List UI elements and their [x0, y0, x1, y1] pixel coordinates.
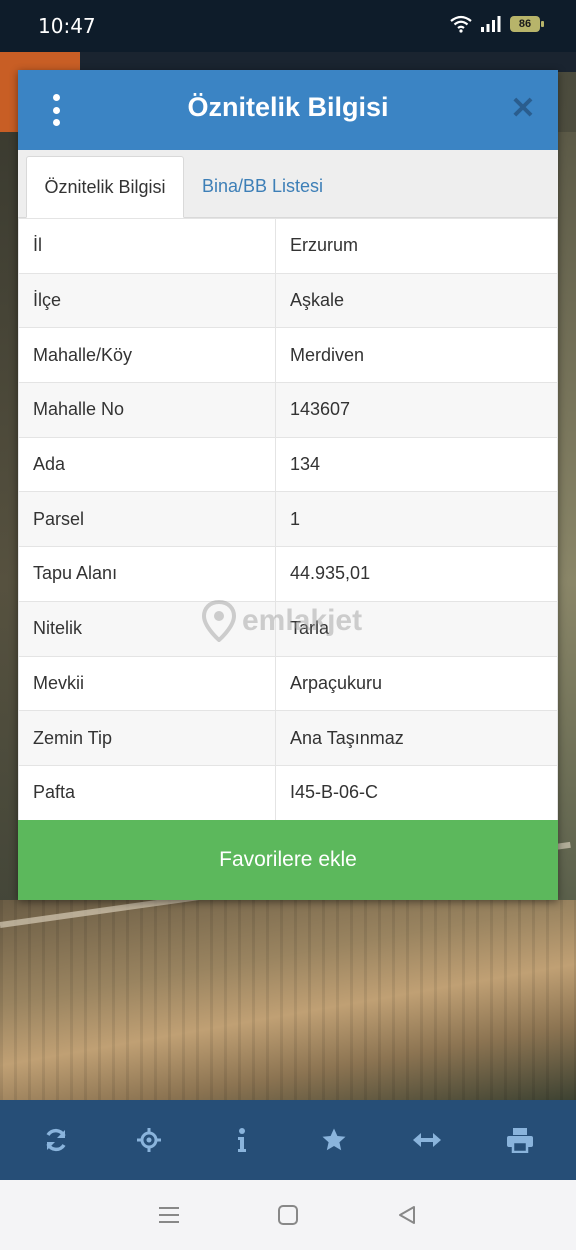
print-icon: [506, 1128, 533, 1153]
attribute-key: Parsel: [18, 491, 276, 548]
attribute-value: Ana Taşınmaz: [275, 710, 558, 766]
attribute-value: I45-B-06-C: [275, 764, 558, 821]
table-row: İlçe Aşkale: [18, 272, 558, 329]
attribute-value: Erzurum: [275, 218, 558, 274]
print-button[interactable]: [496, 1116, 544, 1164]
crosshair-icon: [136, 1128, 161, 1152]
refresh-button[interactable]: [32, 1116, 80, 1164]
measure-button[interactable]: [403, 1116, 451, 1164]
modal-title: Öznitelik Bilgisi: [187, 92, 389, 122]
map-right-edge: [556, 132, 576, 1032]
map-toolbar: [0, 1100, 576, 1180]
attribute-key: İl: [18, 218, 276, 274]
attribute-table: İl Erzurum İlçe Aşkale Mahalle/Köy Merdiven Ma…: [18, 218, 558, 821]
home-icon: [277, 1205, 298, 1225]
menu-icon: [159, 1207, 180, 1223]
table-row: Zemin Tip Ana Taşınmaz: [18, 710, 558, 766]
recent-apps-button[interactable]: [149, 1195, 189, 1235]
info-button[interactable]: [218, 1116, 266, 1164]
measure-icon: [412, 1133, 441, 1147]
close-button[interactable]: ✕: [506, 92, 540, 126]
table-row: Nitelik Tarla: [18, 600, 558, 657]
table-row: Mahalle/Köy Merdiven: [18, 327, 558, 384]
back-button[interactable]: [387, 1195, 427, 1235]
favorites-button[interactable]: [310, 1116, 358, 1164]
home-button[interactable]: [268, 1195, 308, 1235]
back-icon: [398, 1206, 415, 1224]
attribute-value: 44.935,01: [275, 546, 558, 602]
status-bar: 10:47 86: [0, 0, 576, 52]
attribute-value: Arpaçukuru: [275, 655, 558, 712]
table-row: Pafta I45-B-06-C: [18, 764, 558, 821]
battery-level: 86: [518, 18, 532, 30]
tab-building-list[interactable]: Bina/BB Listesi: [202, 156, 323, 218]
attribute-key: İlçe: [18, 272, 276, 329]
attribute-key: Mahalle No: [18, 382, 276, 438]
table-row: Mevkii Arpaçukuru: [18, 655, 558, 712]
table-row: Tapu Alanı 44.935,01: [18, 546, 558, 602]
attribute-modal: Öznitelik Bilgisi ✕ Öznitelik Bilgisi Bi…: [18, 70, 558, 900]
attribute-key: Zemin Tip: [18, 710, 276, 766]
info-icon: [237, 1128, 246, 1152]
close-icon: ✕: [510, 92, 536, 125]
attribute-key: Mevkii: [18, 655, 276, 712]
attribute-key: Mahalle/Köy: [18, 327, 276, 384]
refresh-icon: [46, 1128, 66, 1152]
status-icons: 86: [450, 15, 544, 33]
attribute-value: Aşkale: [275, 272, 558, 329]
battery-icon: 86: [510, 16, 544, 32]
attribute-value: 143607: [275, 382, 558, 438]
tab-attribute-info[interactable]: Öznitelik Bilgisi: [26, 156, 184, 218]
wifi-icon: [450, 15, 472, 33]
attribute-value: 1: [275, 491, 558, 548]
map-top-bar: [80, 52, 576, 72]
attribute-key: Tapu Alanı: [18, 546, 276, 602]
attribute-key: Ada: [18, 436, 276, 493]
star-icon: [322, 1128, 346, 1151]
status-time: 10:47: [38, 14, 96, 38]
table-row: Mahalle No 143607: [18, 382, 558, 438]
add-to-favorites-button[interactable]: Favorilere ekle: [18, 820, 558, 900]
table-row: Ada 134: [18, 436, 558, 493]
map-left-edge: [0, 132, 20, 1032]
attribute-value: Merdiven: [275, 327, 558, 384]
attribute-value: Tarla: [275, 600, 558, 657]
attribute-value: 134: [275, 436, 558, 493]
attribute-key: Nitelik: [18, 600, 276, 657]
attribute-key: Pafta: [18, 764, 276, 821]
table-row: İl Erzurum: [18, 218, 558, 274]
modal-header: Öznitelik Bilgisi ✕: [18, 70, 558, 150]
signal-icon: [481, 16, 501, 32]
table-row: Parsel 1: [18, 491, 558, 548]
locate-button[interactable]: [125, 1116, 173, 1164]
map-fields: [0, 900, 576, 1100]
tab-bar: Öznitelik Bilgisi Bina/BB Listesi: [18, 150, 558, 218]
system-nav-bar: [0, 1180, 576, 1250]
